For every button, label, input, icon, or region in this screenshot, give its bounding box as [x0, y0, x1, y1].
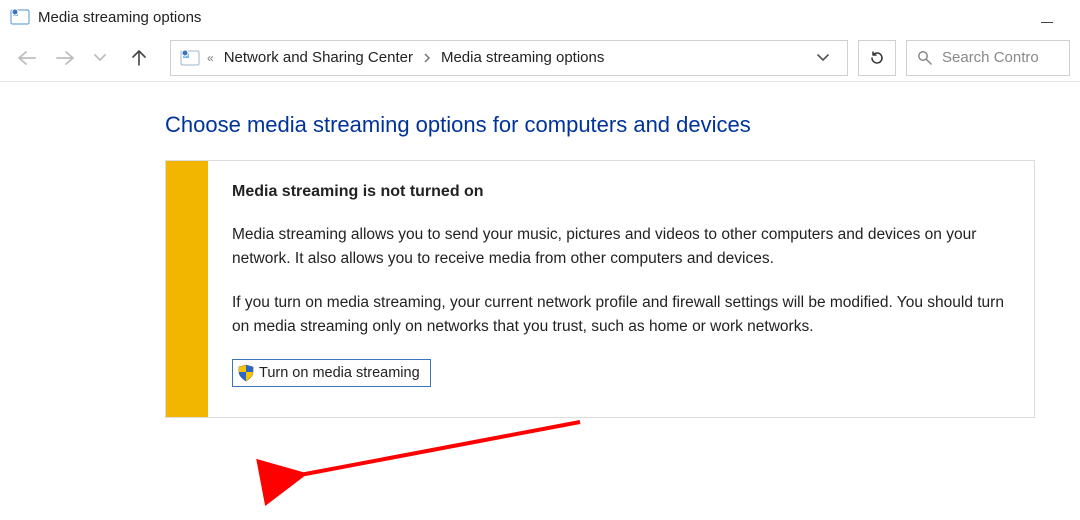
search-box[interactable]: Search Contro — [906, 40, 1070, 76]
forward-button[interactable] — [56, 51, 84, 65]
back-button[interactable] — [18, 51, 46, 65]
info-body: Media streaming is not turned on Media s… — [208, 161, 1034, 417]
search-placeholder: Search Contro — [942, 49, 1039, 66]
info-paragraph-1: Media streaming allows you to send your … — [232, 223, 1010, 271]
address-dropdown[interactable] — [817, 54, 839, 62]
page-heading: Choose media streaming options for compu… — [165, 112, 1080, 138]
window-title: Media streaming options — [38, 9, 201, 26]
recent-dropdown[interactable] — [94, 54, 122, 62]
breadcrumb-media-streaming[interactable]: Media streaming options — [441, 49, 604, 66]
turn-on-media-streaming-button[interactable]: Turn on media streaming — [232, 359, 431, 387]
content-area: Choose media streaming options for compu… — [0, 82, 1080, 418]
info-accent-bar — [166, 161, 208, 417]
refresh-button[interactable] — [858, 40, 896, 76]
search-icon — [917, 50, 932, 65]
info-panel: Media streaming is not turned on Media s… — [165, 160, 1035, 418]
turn-on-button-label: Turn on media streaming — [259, 365, 420, 381]
address-bar[interactable]: « Network and Sharing Center Media strea… — [170, 40, 848, 76]
toolbar: « Network and Sharing Center Media strea… — [0, 34, 1080, 82]
breadcrumb-prefix: « — [207, 51, 214, 65]
info-paragraph-2: If you turn on media streaming, your cur… — [232, 291, 1010, 339]
breadcrumb-separator — [423, 53, 431, 63]
control-panel-icon — [10, 7, 30, 27]
title-bar: Media streaming options — [0, 0, 1080, 34]
up-button[interactable] — [132, 50, 160, 66]
minimize-button[interactable] — [1024, 7, 1070, 28]
info-title: Media streaming is not turned on — [232, 183, 1010, 201]
breadcrumb-network-sharing[interactable]: Network and Sharing Center — [224, 49, 413, 66]
address-bar-icon — [179, 47, 201, 69]
uac-shield-icon — [237, 364, 255, 382]
